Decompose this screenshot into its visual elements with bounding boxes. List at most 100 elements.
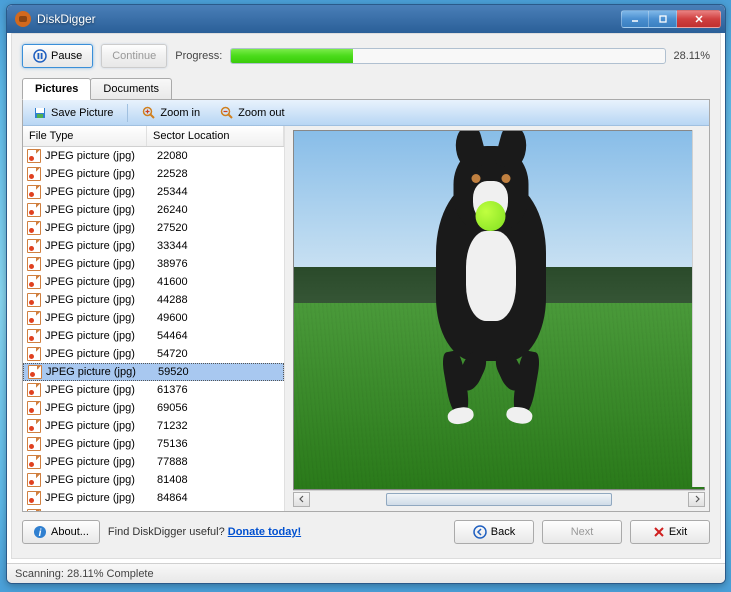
scroll-thumb[interactable] bbox=[386, 493, 613, 506]
file-type: JPEG picture (jpg) bbox=[45, 456, 157, 468]
file-type: JPEG picture (jpg) bbox=[45, 402, 157, 414]
list-item[interactable]: JPEG picture (jpg)54464 bbox=[23, 327, 284, 345]
exit-button[interactable]: Exit bbox=[630, 520, 710, 544]
toolbar: Save Picture Zoom in Zoom out bbox=[23, 100, 709, 126]
sector-location: 81408 bbox=[157, 474, 280, 486]
sector-location: 77888 bbox=[157, 456, 280, 468]
sector-location: 54720 bbox=[157, 348, 280, 360]
list-item[interactable]: JPEG picture (jpg)44288 bbox=[23, 291, 284, 309]
zoom-out-label: Zoom out bbox=[238, 107, 284, 119]
scroll-right-button[interactable] bbox=[688, 492, 705, 507]
file-type: JPEG picture (jpg) bbox=[45, 276, 157, 288]
tab-panel: Save Picture Zoom in Zoom out File Type … bbox=[22, 99, 710, 512]
file-type: JPEG picture (jpg) bbox=[45, 312, 157, 324]
about-button[interactable]: i About... bbox=[22, 520, 100, 544]
pause-icon bbox=[33, 49, 47, 63]
maximize-button[interactable] bbox=[649, 10, 677, 28]
close-button[interactable] bbox=[677, 10, 721, 28]
window-title: DiskDigger bbox=[37, 12, 621, 26]
scroll-left-button[interactable] bbox=[293, 492, 310, 507]
list-body[interactable]: JPEG picture (jpg)22080JPEG picture (jpg… bbox=[23, 147, 284, 511]
progress-fill bbox=[231, 49, 353, 63]
back-icon bbox=[473, 525, 487, 539]
list-item[interactable]: JPEG picture (jpg)75136 bbox=[23, 435, 284, 453]
main-area: File Type Sector Location JPEG picture (… bbox=[23, 126, 709, 511]
list-item[interactable]: JPEG picture (jpg)61376 bbox=[23, 381, 284, 399]
tab-pictures[interactable]: Pictures bbox=[22, 78, 91, 100]
jpeg-file-icon bbox=[27, 419, 41, 433]
jpeg-file-icon bbox=[27, 311, 41, 325]
status-bar: Scanning: 28.11% Complete bbox=[7, 563, 725, 583]
file-type: JPEG picture (jpg) bbox=[45, 204, 157, 216]
titlebar[interactable]: DiskDigger bbox=[7, 5, 725, 33]
preview-scrollbar-vertical[interactable] bbox=[692, 130, 709, 487]
sector-location: 49600 bbox=[157, 312, 280, 324]
continue-label: Continue bbox=[112, 50, 156, 62]
list-item[interactable]: JPEG picture (jpg)84864 bbox=[23, 489, 284, 507]
preview-scrollbar-horizontal[interactable] bbox=[293, 490, 705, 507]
top-controls: Pause Continue Progress: 28.11% bbox=[22, 44, 710, 68]
sector-location: 22080 bbox=[157, 150, 280, 162]
pause-label: Pause bbox=[51, 50, 82, 62]
list-item[interactable]: JPEG picture (jpg)27520 bbox=[23, 219, 284, 237]
info-icon: i bbox=[33, 525, 47, 539]
jpeg-file-icon bbox=[27, 293, 41, 307]
file-type: JPEG picture (jpg) bbox=[45, 384, 157, 396]
jpeg-file-icon bbox=[27, 167, 41, 181]
back-button[interactable]: Back bbox=[454, 520, 534, 544]
list-item[interactable]: JPEG picture (jpg)54720 bbox=[23, 345, 284, 363]
jpeg-file-icon bbox=[27, 401, 41, 415]
file-type: JPEG picture (jpg) bbox=[45, 222, 157, 234]
svg-text:i: i bbox=[39, 528, 42, 539]
separator bbox=[127, 104, 128, 122]
file-type: JPEG picture (jpg) bbox=[45, 240, 157, 252]
save-picture-button[interactable]: Save Picture bbox=[27, 102, 119, 124]
minimize-button[interactable] bbox=[621, 10, 649, 28]
header-filetype[interactable]: File Type bbox=[23, 126, 147, 146]
file-type: JPEG picture (jpg) bbox=[45, 348, 157, 360]
list-item[interactable]: JPEG picture (jpg)85888 bbox=[23, 507, 284, 511]
list-item[interactable]: JPEG picture (jpg)26240 bbox=[23, 201, 284, 219]
jpeg-file-icon bbox=[27, 347, 41, 361]
zoom-in-button[interactable]: Zoom in bbox=[136, 102, 206, 124]
jpeg-file-icon bbox=[27, 491, 41, 505]
zoom-out-button[interactable]: Zoom out bbox=[214, 102, 290, 124]
window: DiskDigger Pause Continue Progress: 28.1… bbox=[6, 4, 726, 584]
tab-documents[interactable]: Documents bbox=[90, 78, 172, 100]
list-item[interactable]: JPEG picture (jpg)49600 bbox=[23, 309, 284, 327]
sector-location: 69056 bbox=[157, 402, 280, 414]
content: Pause Continue Progress: 28.11% Pictures… bbox=[11, 33, 721, 559]
file-type: JPEG picture (jpg) bbox=[45, 150, 157, 162]
sector-location: 41600 bbox=[157, 276, 280, 288]
pause-button[interactable]: Pause bbox=[22, 44, 93, 68]
sector-location: 27520 bbox=[157, 222, 280, 234]
list-item[interactable]: JPEG picture (jpg)38976 bbox=[23, 255, 284, 273]
preview-image bbox=[293, 130, 705, 490]
sector-location: 22528 bbox=[157, 168, 280, 180]
next-label: Next bbox=[571, 526, 594, 538]
window-controls bbox=[621, 10, 721, 28]
list-item[interactable]: JPEG picture (jpg)41600 bbox=[23, 273, 284, 291]
file-list-panel: File Type Sector Location JPEG picture (… bbox=[23, 126, 285, 511]
list-item[interactable]: JPEG picture (jpg)59520 bbox=[23, 363, 284, 381]
sector-location: 54464 bbox=[157, 330, 280, 342]
list-item[interactable]: JPEG picture (jpg)71232 bbox=[23, 417, 284, 435]
list-item[interactable]: JPEG picture (jpg)22080 bbox=[23, 147, 284, 165]
donate-link[interactable]: Donate today! bbox=[228, 526, 301, 538]
list-item[interactable]: JPEG picture (jpg)69056 bbox=[23, 399, 284, 417]
file-type: JPEG picture (jpg) bbox=[45, 294, 157, 306]
list-item[interactable]: JPEG picture (jpg)81408 bbox=[23, 471, 284, 489]
list-item[interactable]: JPEG picture (jpg)25344 bbox=[23, 183, 284, 201]
list-item[interactable]: JPEG picture (jpg)77888 bbox=[23, 453, 284, 471]
scroll-track[interactable] bbox=[310, 492, 688, 507]
header-sector[interactable]: Sector Location bbox=[147, 126, 284, 146]
next-button[interactable]: Next bbox=[542, 520, 622, 544]
sector-location: 33344 bbox=[157, 240, 280, 252]
list-item[interactable]: JPEG picture (jpg)33344 bbox=[23, 237, 284, 255]
list-item[interactable]: JPEG picture (jpg)22528 bbox=[23, 165, 284, 183]
jpeg-file-icon bbox=[27, 455, 41, 469]
bottom-row: i About... Find DiskDigger useful? Donat… bbox=[22, 512, 710, 548]
sector-location: 38976 bbox=[157, 258, 280, 270]
continue-button[interactable]: Continue bbox=[101, 44, 167, 68]
zoom-in-icon bbox=[142, 106, 156, 120]
